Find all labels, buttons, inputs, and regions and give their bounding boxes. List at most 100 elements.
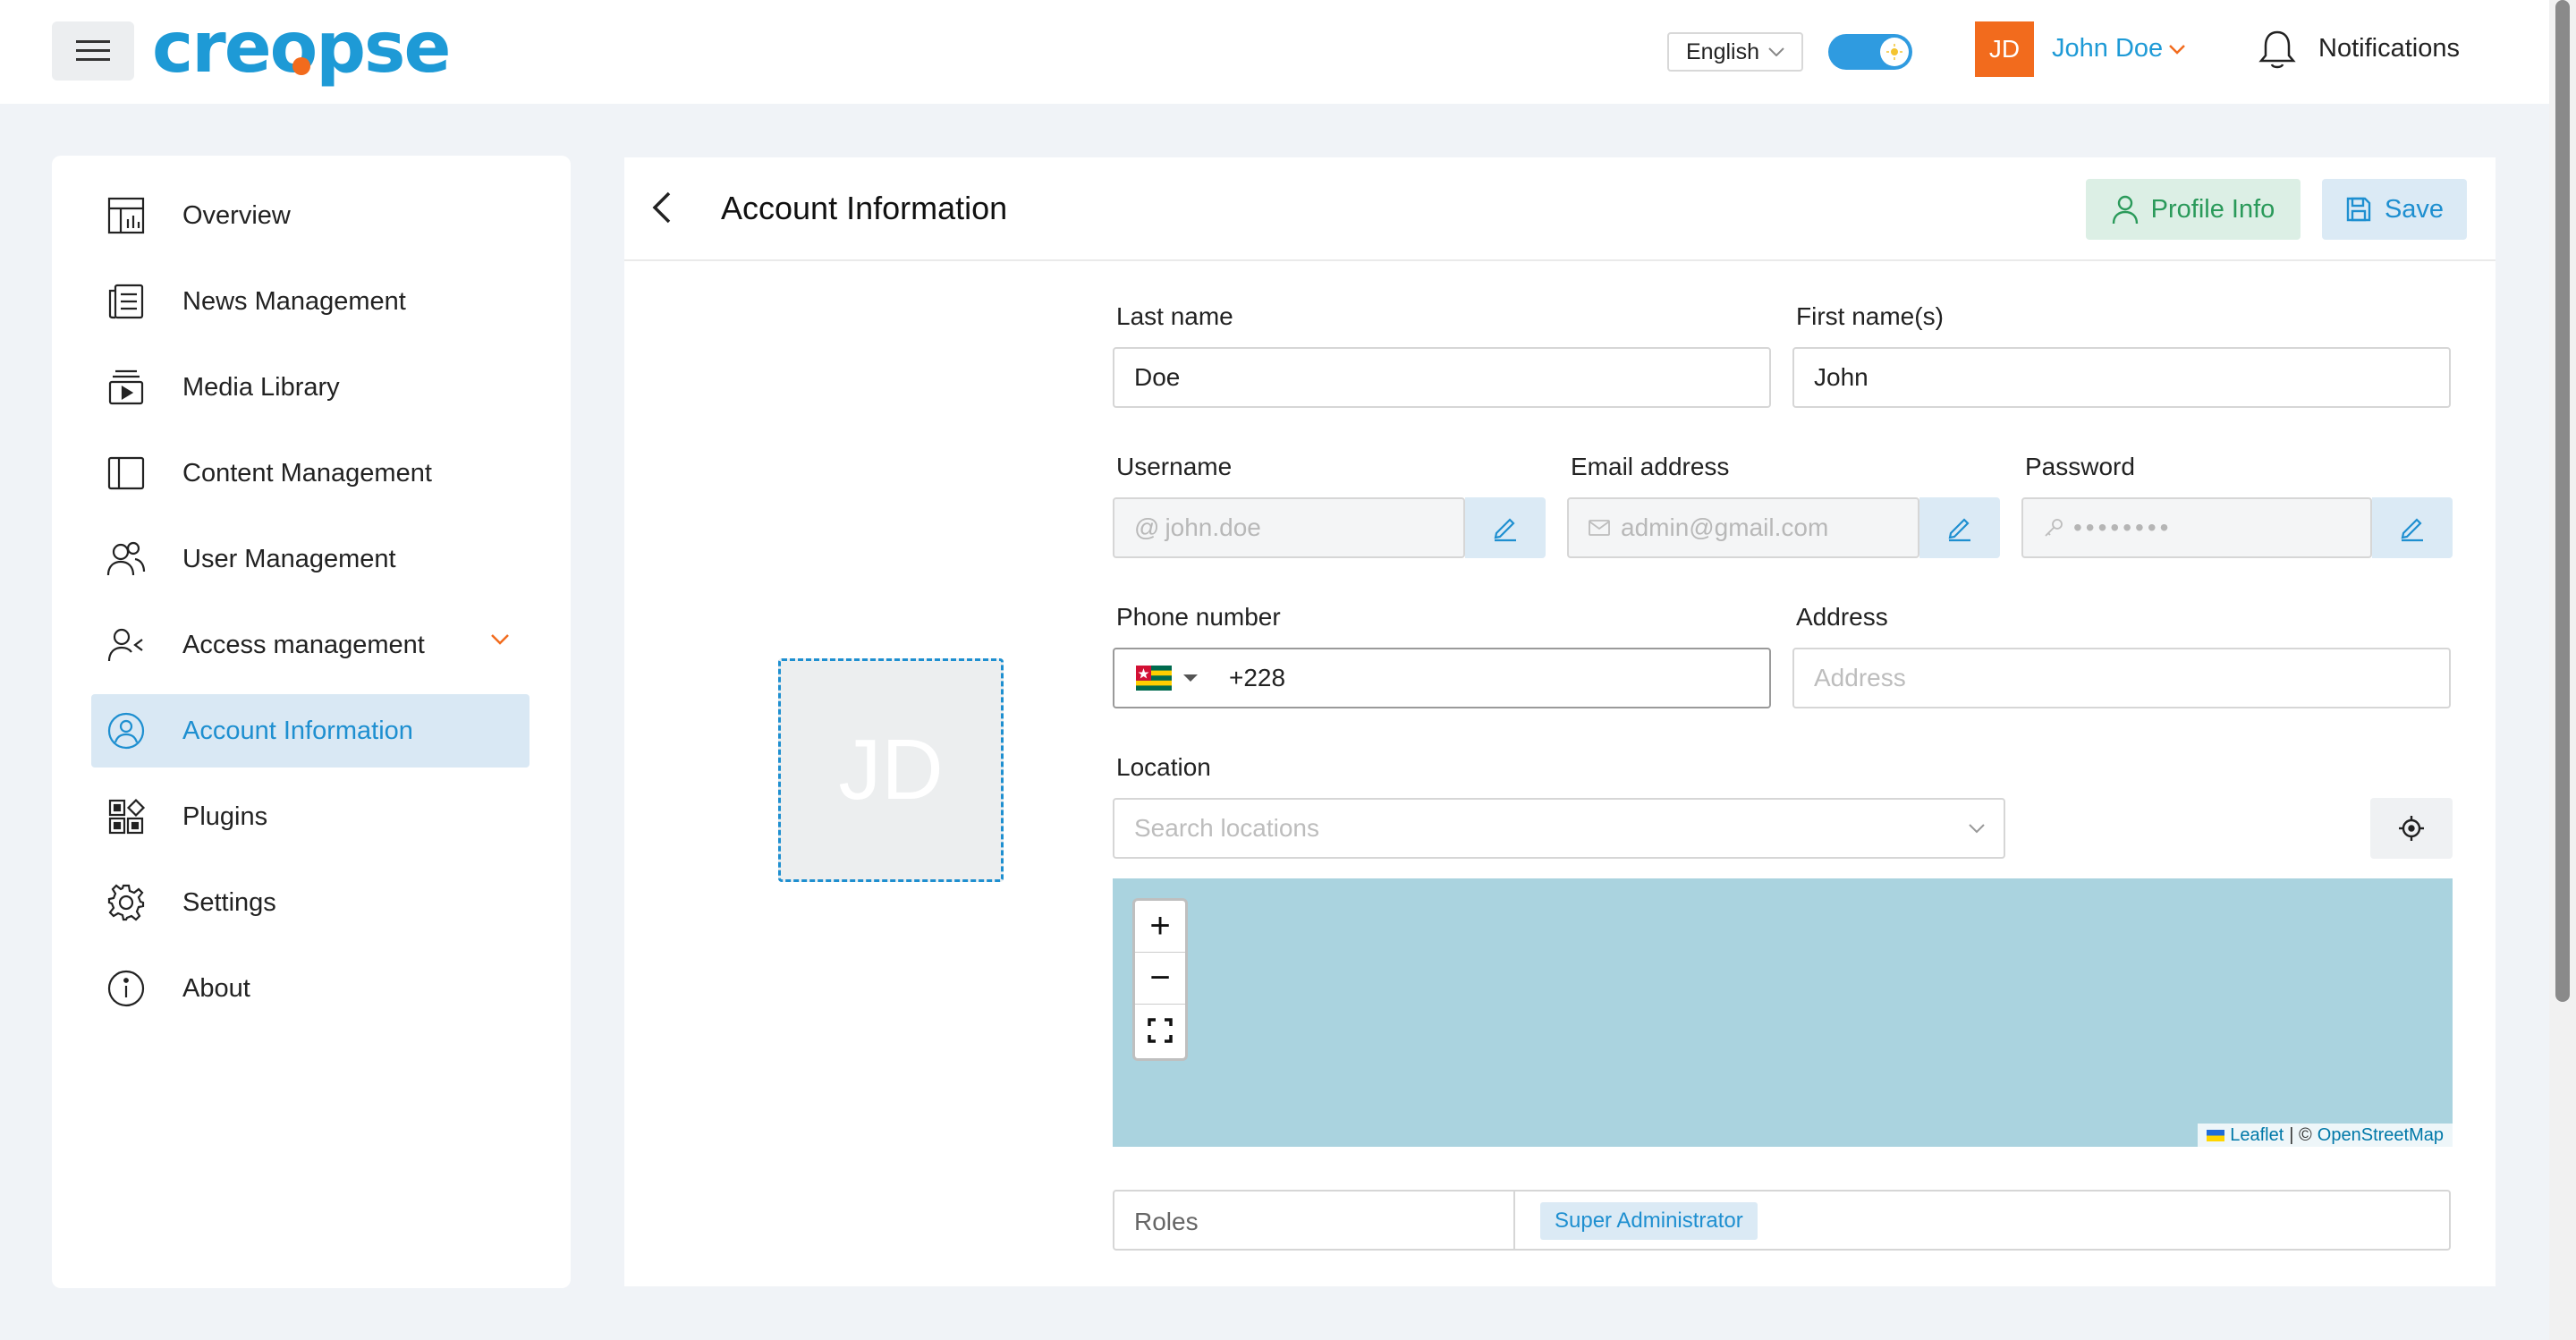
sidebar-item-access-management[interactable]: Access management	[91, 608, 530, 682]
username-value: john.doe	[1165, 513, 1261, 541]
edit-password-button[interactable]	[2372, 497, 2453, 558]
menu-toggle-button[interactable]	[52, 21, 134, 81]
username-label: Username	[1116, 453, 1233, 480]
sidebar-item-label: Plugins	[182, 801, 268, 831]
last-name-field[interactable]: Doe	[1113, 347, 1771, 408]
users-icon	[104, 537, 148, 581]
location-search-select[interactable]: Search locations	[1113, 798, 2005, 859]
sidebar-item-overview[interactable]: Overview	[91, 179, 530, 252]
notifications-button[interactable]	[2258, 29, 2297, 72]
sidebar-item-content-management[interactable]: Content Management	[91, 437, 530, 510]
sidebar-item-label: Access management	[182, 630, 425, 659]
layout-icon	[104, 451, 148, 496]
user-icon	[2112, 195, 2138, 225]
top-header: creopse English JD John Doe Notification…	[0, 0, 2549, 104]
map-zoom-control: + −	[1132, 898, 1188, 1061]
phone-field[interactable]: +228	[1113, 648, 1771, 708]
zoom-in-button[interactable]: +	[1135, 901, 1185, 953]
sidebar-item-account-information[interactable]: Account Information	[91, 694, 530, 768]
roles-row: Roles Super Administrator	[1113, 1190, 2451, 1251]
locate-me-button[interactable]	[2370, 798, 2453, 859]
profile-info-button[interactable]: Profile Info	[2086, 179, 2301, 240]
back-button[interactable]	[649, 190, 674, 225]
phone-label: Phone number	[1116, 603, 1281, 631]
sidebar-item-label: Content Management	[182, 458, 432, 488]
openstreetmap-link[interactable]: OpenStreetMap	[2318, 1125, 2444, 1146]
user-name-label: John Doe	[2052, 34, 2164, 63]
first-name-value: John	[1814, 363, 1868, 391]
scrollbar-thumb[interactable]	[2555, 0, 2570, 1002]
address-field[interactable]: Address	[1792, 648, 2451, 708]
page-title: Account Information	[721, 190, 1008, 226]
togo-flag-icon[interactable]	[1136, 666, 1172, 691]
email-field[interactable]: admin@gmail.com	[1567, 497, 1919, 558]
save-button[interactable]: Save	[2322, 179, 2467, 240]
password-label: Password	[2025, 453, 2135, 480]
sidebar-item-label: Overview	[182, 200, 291, 230]
sidebar-item-user-management[interactable]: User Management	[91, 522, 530, 596]
pencil-icon	[2401, 518, 2423, 542]
info-icon	[104, 966, 148, 1011]
account-info-card: Account Information Profile Info Save JD…	[624, 157, 2496, 1286]
sidebar-item-about[interactable]: About	[91, 952, 530, 1025]
language-select[interactable]: English	[1667, 32, 1803, 72]
ukraine-flag-icon	[2207, 1129, 2225, 1141]
pencil-icon	[1494, 518, 1516, 542]
chevron-down-icon	[1969, 824, 1985, 834]
user-menu[interactable]: John Doe	[2052, 34, 2186, 64]
zoom-out-button[interactable]: −	[1135, 953, 1185, 1005]
notifications-label[interactable]: Notifications	[2318, 34, 2460, 64]
mail-icon	[1589, 520, 1610, 536]
fullscreen-icon	[1148, 1018, 1173, 1043]
bell-icon	[2258, 30, 2296, 69]
address-label: Address	[1796, 603, 1888, 631]
card-header: Account Information Profile Info Save	[624, 157, 2496, 261]
sidebar-item-label: Settings	[182, 887, 276, 917]
sidebar-item-plugins[interactable]: Plugins	[91, 780, 530, 853]
caret-down-icon[interactable]	[1182, 674, 1199, 683]
save-label: Save	[2384, 194, 2445, 224]
brand-logo-text: creopse	[152, 11, 449, 89]
toggle-knob	[1880, 38, 1909, 66]
role-badge: Super Administrator	[1540, 1202, 1758, 1240]
fullscreen-button[interactable]	[1135, 1005, 1185, 1056]
theme-toggle[interactable]	[1828, 34, 1912, 70]
sidebar-item-label: About	[182, 973, 250, 1003]
sidebar-item-news-management[interactable]: News Management	[91, 265, 530, 338]
location-placeholder: Search locations	[1134, 814, 1320, 842]
sidebar-item-settings[interactable]: Settings	[91, 866, 530, 939]
password-field[interactable]: ••••••••	[2021, 497, 2372, 558]
roles-divider	[1513, 1192, 1515, 1249]
chevron-down-icon	[1768, 47, 1784, 56]
chevron-down-icon	[491, 634, 509, 645]
language-value: English	[1686, 38, 1759, 64]
first-name-label: First name(s)	[1796, 302, 1944, 330]
edit-username-button[interactable]	[1465, 497, 1546, 558]
sidebar-item-label: Media Library	[182, 372, 340, 402]
address-placeholder: Address	[1814, 664, 1906, 691]
sun-icon	[1886, 44, 1902, 60]
brand-logo[interactable]: creopse	[152, 11, 483, 91]
password-value: ••••••••	[2073, 513, 2173, 541]
media-icon	[104, 365, 148, 410]
profile-photo-upload[interactable]: JD	[778, 658, 1004, 882]
first-name-field[interactable]: John	[1792, 347, 2451, 408]
location-map[interactable]: + − Leaflet | © OpenStreetMap	[1113, 878, 2453, 1147]
newspaper-icon	[104, 279, 148, 324]
plugins-icon	[104, 794, 148, 839]
email-label: Email address	[1571, 453, 1730, 480]
sidebar-item-media-library[interactable]: Media Library	[91, 351, 530, 424]
sidebar-item-label: User Management	[182, 544, 396, 573]
gear-icon	[104, 880, 148, 925]
hamburger-icon	[76, 40, 110, 61]
edit-email-button[interactable]	[1919, 497, 2000, 558]
account-circle-icon	[104, 708, 148, 753]
leaflet-link[interactable]: Leaflet	[2230, 1125, 2284, 1146]
chevron-left-icon	[652, 191, 671, 224]
pencil-icon	[1948, 518, 1970, 542]
at-icon: @	[1134, 513, 1160, 541]
last-name-value: Doe	[1134, 363, 1181, 391]
username-field[interactable]: @ john.doe	[1113, 497, 1465, 558]
user-avatar[interactable]: JD	[1975, 21, 2034, 77]
save-icon	[2346, 197, 2371, 222]
